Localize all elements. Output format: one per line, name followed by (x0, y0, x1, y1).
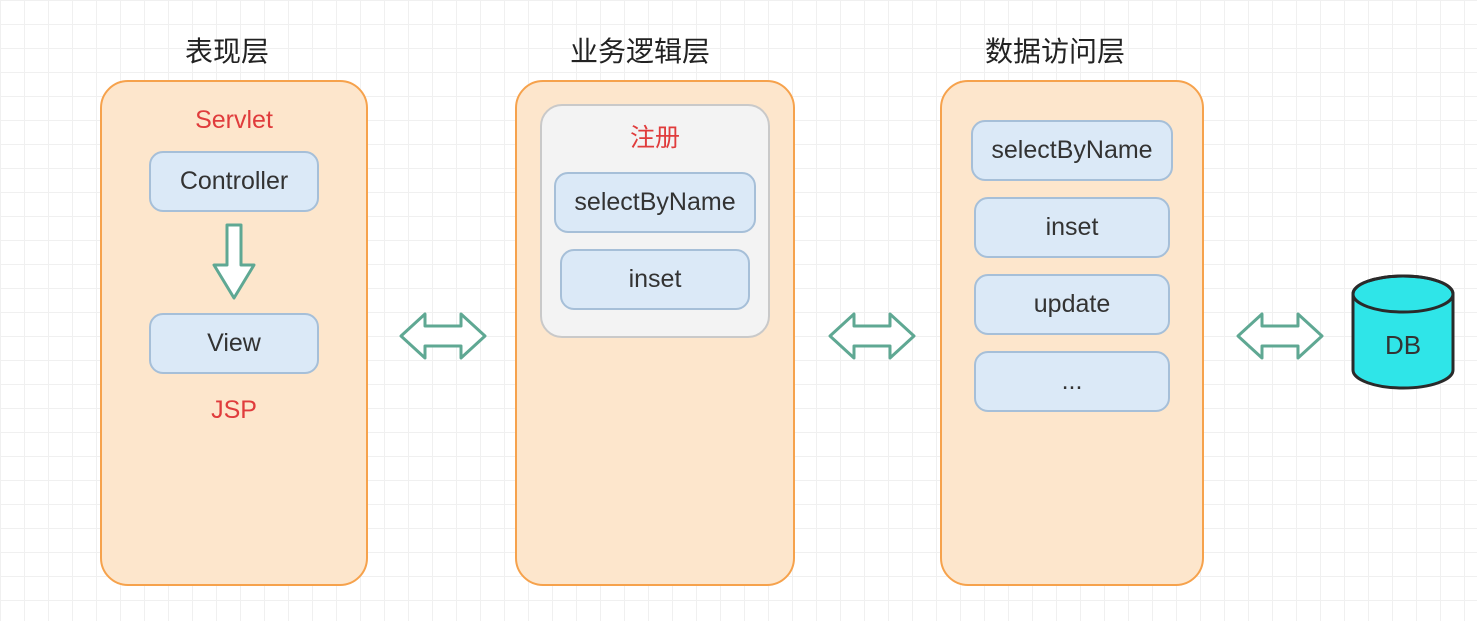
box-dao-update: update (974, 274, 1170, 335)
bi-arrow-2-icon (822, 300, 922, 372)
label-servlet: Servlet (195, 106, 273, 135)
panel-presentation: Servlet Controller View JSP (100, 80, 368, 586)
title-business: 业务逻辑层 (570, 30, 710, 70)
db-cylinder: DB (1348, 272, 1458, 392)
db-label: DB (1385, 330, 1421, 361)
label-jsp: JSP (211, 396, 257, 425)
box-biz-selectbyname: selectByName (554, 172, 755, 233)
box-view: View (149, 313, 319, 374)
title-dataaccess: 数据访问层 (985, 30, 1125, 70)
box-dao-selectbyname: selectByName (971, 120, 1172, 181)
bi-arrow-3-icon (1230, 300, 1330, 372)
panel-business: 注册 selectByName inset (515, 80, 795, 586)
bi-arrow-1-icon (393, 300, 493, 372)
arrow-down-icon (209, 220, 259, 305)
box-biz-inset: inset (560, 249, 750, 310)
group-register: 注册 selectByName inset (540, 104, 770, 338)
title-presentation: 表现层 (185, 30, 269, 70)
panel-dataaccess: selectByName inset update ... (940, 80, 1204, 586)
box-dao-inset: inset (974, 197, 1170, 258)
label-register: 注册 (630, 118, 680, 154)
box-dao-more: ... (974, 351, 1170, 412)
box-controller: Controller (149, 151, 319, 212)
